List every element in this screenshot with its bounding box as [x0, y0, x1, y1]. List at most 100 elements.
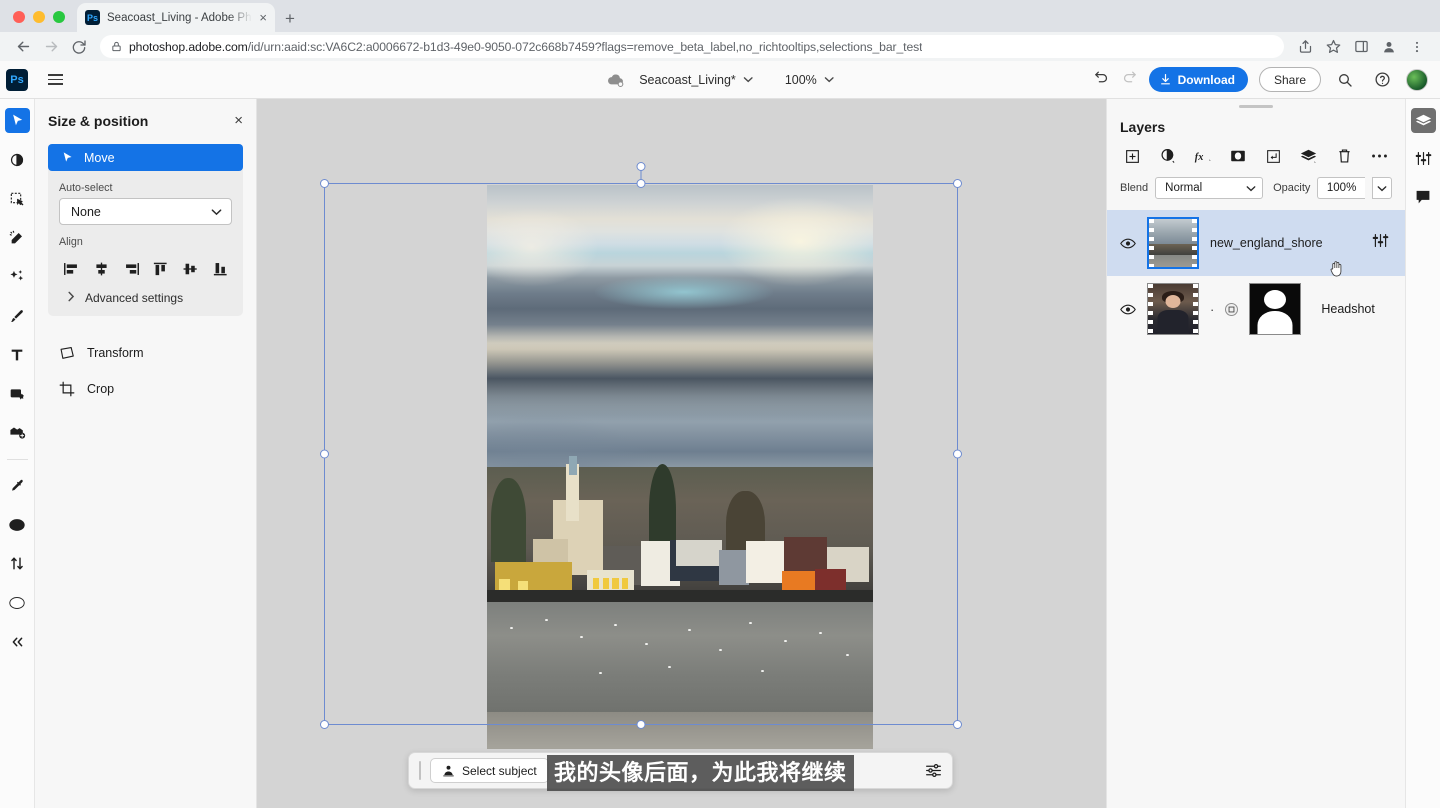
half-circle-icon[interactable]	[1155, 145, 1180, 167]
autoselect-label: Auto-select	[48, 171, 243, 198]
ellipsis-icon[interactable]	[1367, 145, 1392, 167]
comments-panel-toggle[interactable]	[1411, 184, 1436, 209]
add-layer-icon[interactable]	[1120, 145, 1145, 167]
minimize-window-button[interactable]	[33, 11, 45, 23]
crop-item[interactable]: Crop	[48, 371, 243, 407]
foreground-color[interactable]	[5, 512, 30, 537]
handle-bottom-center[interactable]	[637, 720, 646, 729]
blend-opacity-row: Blend Normal Opacity 100%	[1107, 167, 1405, 210]
side-panel-icon[interactable]	[1348, 34, 1374, 60]
adjustments-panel-toggle[interactable]	[1411, 146, 1436, 171]
download-button[interactable]: Download	[1149, 67, 1248, 92]
layer-visibility-toggle[interactable]	[1119, 237, 1136, 250]
align-top[interactable]	[148, 257, 173, 280]
layer-thumbnail[interactable]	[1147, 283, 1199, 335]
mask-icon[interactable]	[1226, 145, 1251, 167]
advanced-settings-toggle[interactable]: Advanced settings	[48, 280, 243, 305]
taskbar-drag-handle[interactable]	[419, 761, 421, 780]
reload-icon[interactable]	[66, 34, 92, 60]
back-arrow-icon[interactable]	[10, 34, 36, 60]
star-icon[interactable]	[1320, 34, 1346, 60]
layers-panel-toggle[interactable]	[1411, 108, 1436, 133]
right-panel-rail	[1405, 99, 1440, 808]
new-tab-button[interactable]: +	[285, 10, 295, 27]
layer-visibility-toggle[interactable]	[1119, 303, 1136, 316]
type-tool[interactable]	[5, 342, 30, 367]
clipping-mask-icon[interactable]	[1261, 145, 1286, 167]
photoshop-favicon-icon: Ps	[85, 10, 100, 25]
cursor-arrow-icon	[61, 151, 74, 164]
autoselect-dropdown[interactable]: None	[59, 198, 232, 225]
stack-icon[interactable]	[1296, 145, 1321, 167]
zoom-level-dropdown[interactable]: 100%	[785, 73, 834, 87]
align-left[interactable]	[59, 257, 84, 280]
table-row[interactable]: new_england_shore	[1107, 210, 1405, 276]
mask-link-indicator[interactable]: ·	[1210, 303, 1214, 316]
handle-middle-right[interactable]	[953, 450, 962, 459]
handle-top-center[interactable]	[637, 179, 646, 188]
adjustment-tool[interactable]	[5, 147, 30, 172]
hamburger-menu-icon[interactable]	[48, 74, 63, 85]
layer-adjustments-icon[interactable]	[1372, 232, 1389, 254]
handle-bottom-left[interactable]	[320, 720, 329, 729]
profile-icon[interactable]	[1376, 34, 1402, 60]
undo-icon[interactable]	[1093, 69, 1110, 91]
search-icon[interactable]	[1332, 67, 1358, 93]
document-name-dropdown[interactable]: Seacoast_Living*	[639, 73, 753, 87]
select-subject-button[interactable]: Select subject	[430, 758, 549, 783]
forward-arrow-icon[interactable]	[38, 34, 64, 60]
close-icon[interactable]: ×	[259, 11, 267, 24]
collapse-rail[interactable]	[5, 629, 30, 654]
share-icon[interactable]	[1292, 34, 1318, 60]
handle-bottom-right[interactable]	[953, 720, 962, 729]
generative-tool[interactable]	[5, 264, 30, 289]
blend-mode-dropdown[interactable]: Normal	[1155, 177, 1263, 199]
properties-header: Size & position ×	[48, 113, 243, 129]
canvas-area[interactable]	[257, 99, 1106, 808]
move-tool[interactable]	[5, 108, 30, 133]
trash-icon[interactable]	[1332, 145, 1357, 167]
close-window-button[interactable]	[13, 11, 25, 23]
eyedropper-tool[interactable]	[5, 473, 30, 498]
maximize-window-button[interactable]	[53, 11, 65, 23]
swap-colors[interactable]	[5, 551, 30, 576]
move-tool-button[interactable]: Move	[48, 144, 243, 171]
handle-top-right[interactable]	[953, 179, 962, 188]
browser-tab[interactable]: Ps Seacoast_Living - Adobe Phot ×	[77, 3, 275, 32]
opacity-stepper[interactable]	[1372, 177, 1392, 199]
selection-bounding-box[interactable]	[324, 183, 958, 725]
fx-icon[interactable]: fx	[1191, 145, 1216, 167]
background-color[interactable]	[5, 590, 30, 615]
handle-top-left[interactable]	[320, 179, 329, 188]
layer-name-label: new_england_shore	[1210, 236, 1393, 250]
opacity-input[interactable]: 100%	[1317, 177, 1364, 199]
kebab-menu-icon[interactable]	[1404, 34, 1430, 60]
browser-tab-bar: Ps Seacoast_Living - Adobe Phot × +	[0, 0, 1440, 32]
add-image-tool[interactable]	[5, 420, 30, 445]
layer-thumbnail[interactable]	[1147, 217, 1199, 269]
align-middle-vertical[interactable]	[178, 257, 203, 280]
align-bottom[interactable]	[208, 257, 233, 280]
align-right[interactable]	[119, 257, 144, 280]
close-icon[interactable]: ×	[234, 113, 243, 128]
image-tool[interactable]	[5, 381, 30, 406]
chevron-down-icon	[743, 75, 753, 85]
transform-item[interactable]: Transform	[48, 335, 243, 371]
rotate-handle[interactable]	[637, 162, 646, 171]
zoom-level-value: 100%	[785, 73, 817, 87]
user-avatar[interactable]	[1406, 69, 1428, 91]
sliders-icon[interactable]	[925, 762, 942, 779]
browser-toolbar: photoshop.adobe.com/id/urn:aaid:sc:VA6C2…	[0, 32, 1440, 61]
brush-tool[interactable]	[5, 303, 30, 328]
retouch-tool[interactable]	[5, 225, 30, 250]
handle-middle-left[interactable]	[320, 450, 329, 459]
photoshop-logo-icon[interactable]: Ps	[6, 69, 28, 91]
select-tool[interactable]	[5, 186, 30, 211]
layer-mask-thumbnail[interactable]	[1249, 283, 1301, 335]
align-center-horizontal[interactable]	[89, 257, 114, 280]
help-circle-icon[interactable]	[1369, 67, 1395, 93]
redo-icon[interactable]	[1121, 69, 1138, 91]
share-button[interactable]: Share	[1259, 67, 1321, 92]
address-bar[interactable]: photoshop.adobe.com/id/urn:aaid:sc:VA6C2…	[100, 35, 1284, 58]
table-row[interactable]: · Headshot	[1107, 276, 1405, 342]
